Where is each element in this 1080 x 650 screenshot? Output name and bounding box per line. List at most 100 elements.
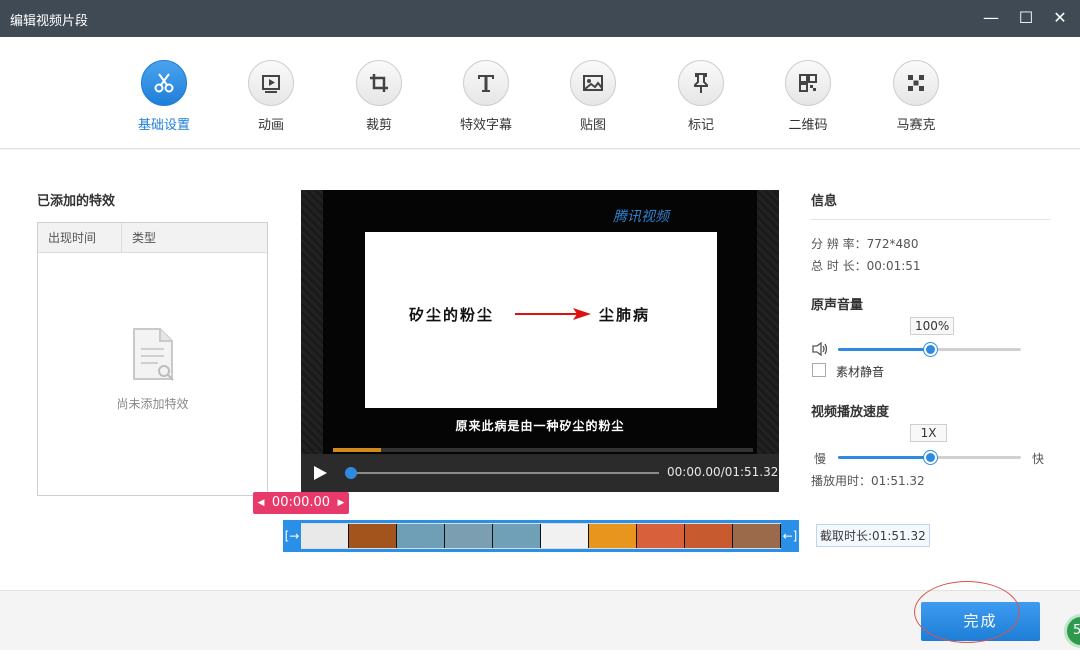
effects-title: 已添加的特效 [37,194,116,209]
trim-end-handle[interactable]: ←] [781,520,799,552]
tab-crop[interactable]: 裁剪 [334,60,424,133]
timeline-frame-thumbnail [493,524,541,548]
pin-icon [678,60,724,106]
duration-label: 总 时 长： [811,259,867,273]
tab-label: 裁剪 [365,118,392,133]
resolution-label: 分 辨 率： [811,237,867,251]
tab-label: 特效字幕 [459,118,512,133]
qrcode-icon [785,60,831,106]
close-button[interactable]: ✕ [1047,6,1073,30]
mute-label: 素材静音 [836,365,885,379]
volume-value: 100% [910,317,955,335]
trim-start-handle[interactable]: [→ [283,520,301,552]
timecode: 00:00.00/01:51.32 [667,465,779,479]
tab-mosaic[interactable]: 马赛克 [871,60,961,133]
toolbar: 基础设置 动画 裁剪 特效字幕 贴图 标记 二维码 马赛克 [0,37,1080,149]
timeline-frame-thumbnail [541,524,589,548]
resolution-row: 分 辨 率：772*480 [811,235,918,252]
play-button[interactable] [311,464,329,482]
divider [811,219,1050,220]
duration-value: 00:01:51 [866,259,921,273]
speed-title: 视频播放速度 [811,405,890,420]
slide-text-left: 矽尘的粉尘 [409,306,495,324]
volume-title: 原声音量 [811,298,864,313]
column-header-time[interactable]: 出现时间 [38,223,122,252]
timeline-frame-thumbnail [445,524,493,548]
video-frame[interactable]: 腾讯视频 矽尘的粉尘 尘肺病 原来此病是由一种矽尘的粉尘 [301,190,779,454]
arrow-left-icon[interactable]: ◀ [255,492,267,514]
volume-knob[interactable] [923,343,937,356]
empty-effects-text: 尚未添加特效 [116,397,189,411]
player-controls: 00:00.00/01:51.32 [301,454,779,492]
tab-label: 贴图 [579,118,606,133]
timeline-time-handle[interactable]: ◀ 00:00.00 ▶ [253,492,349,514]
speed-knob[interactable] [923,451,937,464]
handle-time: 00:00.00 [271,495,331,510]
mute-checkbox[interactable] [812,363,826,377]
speed-slow-label: 慢 [814,452,827,466]
slide-text-right: 尘肺病 [599,306,651,324]
speed-slider[interactable] [838,451,1021,464]
text-icon [463,60,509,106]
timeline: [→ ←] [283,520,799,552]
arrow-right-icon[interactable]: ▶ [335,492,347,514]
timeline-frame-thumbnail [397,524,445,548]
speaker-icon[interactable] [812,342,828,356]
minimize-button[interactable]: — [978,6,1004,30]
volume-fill [838,348,930,351]
tab-animation[interactable]: 动画 [226,60,316,133]
empty-document-icon [130,327,176,386]
timeline-frame-thumbnail [349,524,397,548]
mosaic-icon [893,60,939,106]
tab-label: 二维码 [788,118,828,133]
done-button[interactable]: 完成 [921,602,1040,641]
maximize-button[interactable]: ☐ [1013,6,1039,30]
effects-header: 出现时间 类型 [38,223,267,253]
video-player: 腾讯视频 矽尘的粉尘 尘肺病 原来此病是由一种矽尘的粉尘 00:00.00/01… [301,190,779,492]
speed-fill [838,456,930,459]
arrow-right-icon [515,308,591,320]
seek-bar[interactable] [345,467,659,479]
footer: 完成 5 [0,581,1080,650]
play-time-label: 播放用时： [811,474,872,488]
tab-label: 马赛克 [896,118,936,133]
crop-icon [356,60,402,106]
corner-badge[interactable]: 5 [1064,614,1080,648]
timeline-frame-thumbnail [685,524,733,548]
video-subtitle: 原来此病是由一种矽尘的粉尘 [455,419,625,433]
tab-sticker[interactable]: 贴图 [548,60,638,133]
play-time-value: 01:51.32 [871,474,925,488]
embedded-progress-bar [333,448,753,452]
play-icon [314,466,327,480]
video-content: 腾讯视频 矽尘的粉尘 尘肺病 原来此病是由一种矽尘的粉尘 [323,190,757,454]
timeline-frame-thumbnail [733,524,781,548]
scissors-icon [141,60,187,106]
timeline-frame-thumbnail [301,524,349,548]
watermark-logo: 腾讯视频 [613,209,669,225]
timeline-frame-thumbnail [637,524,685,548]
column-header-type[interactable]: 类型 [122,223,156,252]
title-bar: 编辑视频片段 — ☐ ✕ [0,0,1080,37]
play-time-row: 播放用时：01:51.32 [811,472,925,489]
tab-qrcode[interactable]: 二维码 [763,60,853,133]
timeline-frame-thumbnail [589,524,637,548]
tab-label: 动画 [257,118,284,133]
main-panel: 已添加的特效 出现时间 类型 尚未添加特效 腾讯视频 矽尘的粉尘 尘肺病 原来此… [0,150,1080,590]
seek-knob[interactable] [345,467,357,479]
tab-mark[interactable]: 标记 [656,60,746,133]
resolution-value: 772*480 [866,237,919,251]
info-title: 信息 [811,194,838,209]
speed-fast-label: 快 [1032,452,1045,466]
play-frame-icon [248,60,294,106]
tab-label: 标记 [687,118,714,133]
image-icon [570,60,616,106]
window-title: 编辑视频片段 [10,14,89,29]
tab-label: 基础设置 [137,118,190,133]
tab-basic-settings[interactable]: 基础设置 [119,60,209,133]
video-slide: 矽尘的粉尘 尘肺病 [365,232,717,408]
tab-effect-subtitle[interactable]: 特效字幕 [441,60,531,133]
effects-list: 出现时间 类型 尚未添加特效 [37,222,268,496]
timeline-frames[interactable] [301,523,781,549]
cut-length-label: 截取时长:01:51.32 [816,524,930,547]
volume-slider[interactable] [838,343,1021,356]
